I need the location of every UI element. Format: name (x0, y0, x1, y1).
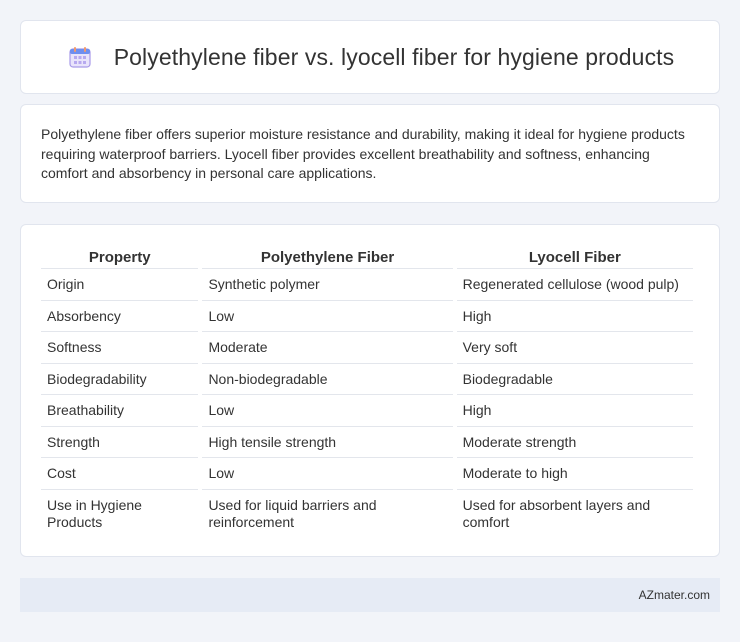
polyethylene-cell: Non-biodegradable (202, 364, 453, 395)
lyocell-cell: Regenerated cellulose (wood pulp) (456, 269, 693, 301)
footer-site-name: AZmater.com (638, 588, 710, 602)
table-row: Cost Low Moderate to high (41, 458, 693, 490)
property-cell: Biodegradability (41, 364, 199, 395)
table-row: Breathability Low High (41, 395, 693, 427)
calendar-icon (66, 43, 94, 71)
table-row: Origin Synthetic polymer Regenerated cel… (41, 269, 693, 301)
table-row: Softness Moderate Very soft (41, 332, 693, 364)
property-cell: Softness (41, 332, 199, 364)
footer: AZmater.com (20, 578, 720, 612)
polyethylene-cell: Low (202, 458, 453, 490)
lyocell-cell: Biodegradable (456, 364, 693, 395)
summary-text: Polyethylene fiber offers superior moist… (41, 126, 685, 181)
column-header-property: Property (41, 245, 199, 269)
lyocell-cell: Very soft (456, 332, 693, 364)
table-header-row: Property Polyethylene Fiber Lyocell Fibe… (41, 245, 693, 269)
polyethylene-cell: Synthetic polymer (202, 269, 453, 301)
table-row: Use in Hygiene Products Used for liquid … (41, 490, 693, 538)
polyethylene-cell: High tensile strength (202, 427, 453, 458)
column-header-lyocell: Lyocell Fiber (456, 245, 693, 269)
property-cell: Breathability (41, 395, 199, 427)
title-card: Polyethylene fiber vs. lyocell fiber for… (20, 20, 720, 94)
table-row: Biodegradability Non-biodegradable Biode… (41, 364, 693, 395)
lyocell-cell: Used for absorbent layers and comfort (462, 496, 651, 531)
polyethylene-cell: Low (202, 395, 453, 427)
column-header-polyethylene: Polyethylene Fiber (202, 245, 453, 269)
property-cell: Cost (41, 458, 199, 490)
comparison-table: Property Polyethylene Fiber Lyocell Fibe… (37, 245, 697, 538)
lyocell-cell: High (456, 301, 693, 332)
comparison-table-card: Property Polyethylene Fiber Lyocell Fibe… (20, 224, 720, 557)
polyethylene-cell: Used for liquid barriers and reinforceme… (208, 496, 377, 531)
property-cell: Absorbency (41, 301, 199, 332)
property-cell: Use in Hygiene Products (47, 496, 142, 531)
polyethylene-cell: Low (202, 301, 453, 332)
table-row: Strength High tensile strength Moderate … (41, 427, 693, 458)
lyocell-cell: Moderate strength (456, 427, 693, 458)
property-cell: Origin (41, 269, 199, 301)
summary-card: Polyethylene fiber offers superior moist… (20, 104, 720, 203)
property-cell: Strength (41, 427, 199, 458)
table-row: Absorbency Low High (41, 301, 693, 332)
lyocell-cell: High (456, 395, 693, 427)
lyocell-cell: Moderate to high (456, 458, 693, 490)
polyethylene-cell: Moderate (202, 332, 453, 364)
page-title: Polyethylene fiber vs. lyocell fiber for… (113, 43, 675, 70)
